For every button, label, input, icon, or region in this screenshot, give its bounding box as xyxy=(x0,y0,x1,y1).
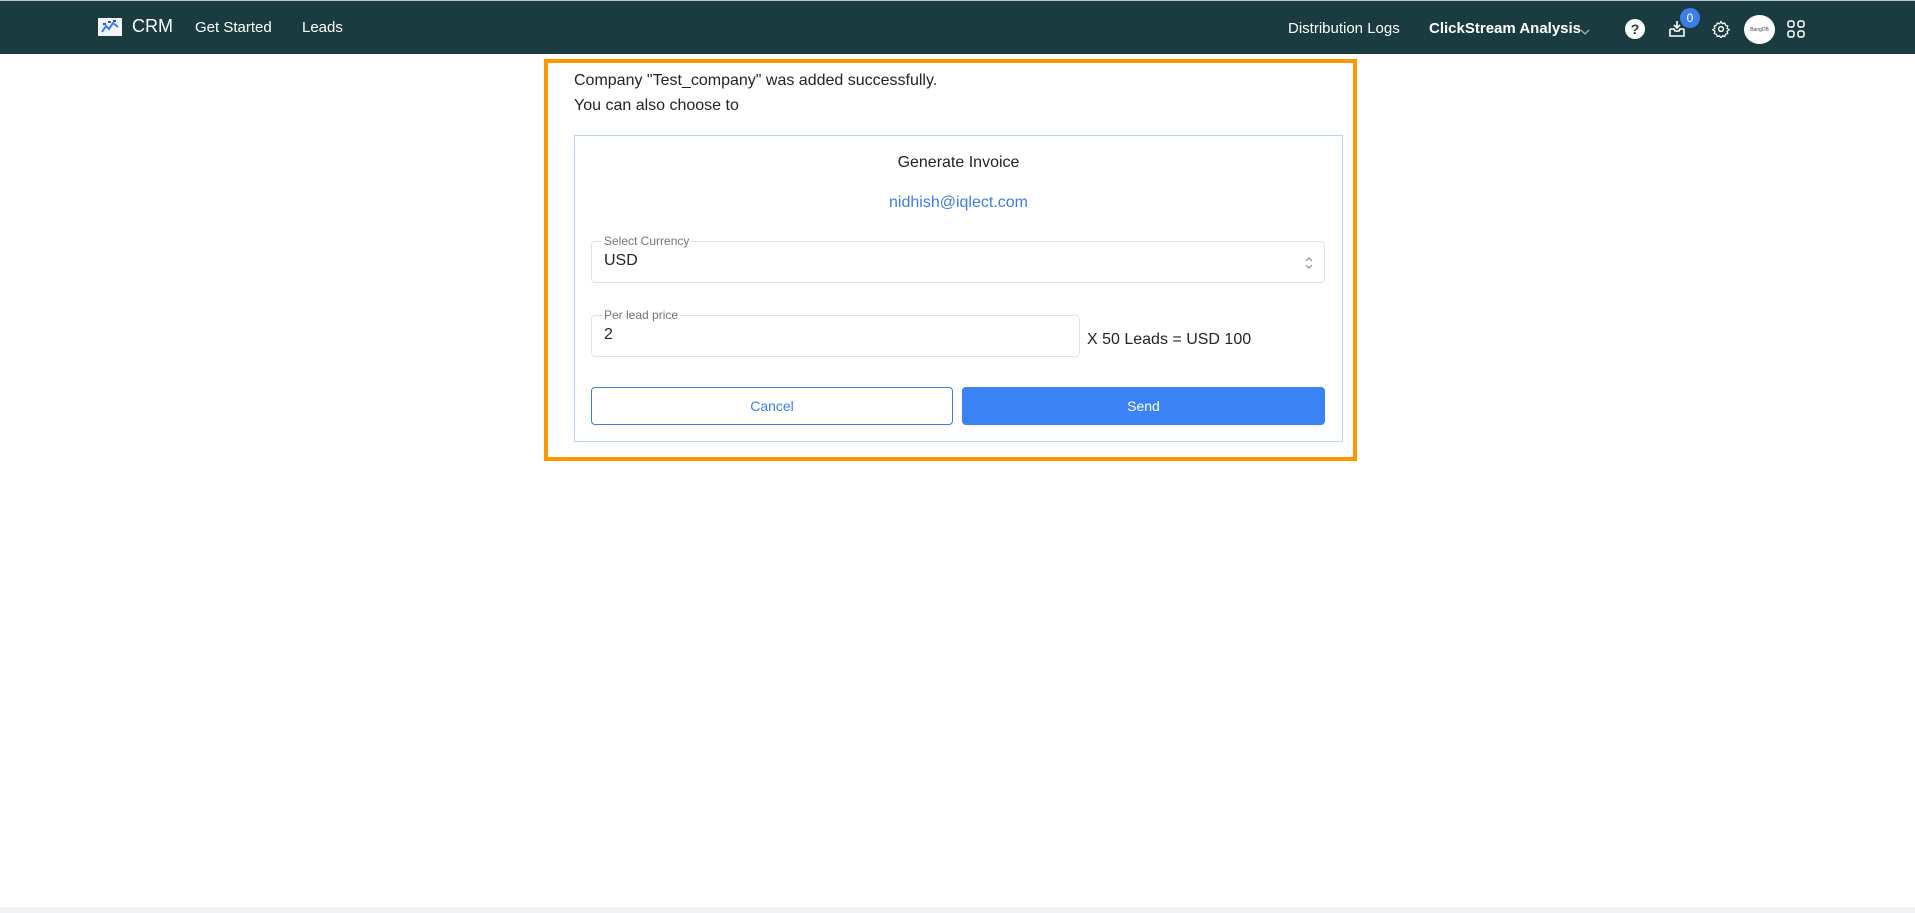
currency-label: Select Currency xyxy=(602,234,692,248)
currency-select[interactable]: Select Currency USD xyxy=(591,234,1325,283)
invoice-title: Generate Invoice xyxy=(897,154,1020,171)
grid-apps-icon xyxy=(1787,20,1805,38)
brand-name: CRM xyxy=(132,16,173,36)
crm-logo-icon xyxy=(98,17,122,36)
footer-strip xyxy=(0,907,1915,913)
per-lead-price-value: 2 xyxy=(604,326,613,343)
send-button[interactable]: Send xyxy=(962,387,1325,425)
per-lead-price-input[interactable]: Per lead price 2 xyxy=(591,308,1080,357)
gear-icon xyxy=(1712,20,1730,38)
notification-badge: 0 xyxy=(1680,8,1700,28)
select-arrows-icon xyxy=(1304,255,1314,276)
currency-value: USD xyxy=(604,252,638,269)
chevron-down-icon[interactable] xyxy=(1580,23,1590,41)
brand[interactable]: CRM xyxy=(98,16,173,37)
distribution-logs-link[interactable]: Distribution Logs xyxy=(1288,20,1400,37)
invoice-card: Generate Invoice nidhish@iqlect.com Sele… xyxy=(574,135,1343,442)
per-lead-price-label: Per lead price xyxy=(602,308,681,322)
sub-message: You can also choose to xyxy=(574,97,739,114)
question-circle-icon: ? xyxy=(1625,19,1645,39)
apps-button[interactable] xyxy=(1785,18,1807,40)
settings-button[interactable] xyxy=(1710,18,1732,40)
invoice-email[interactable]: nidhish@iqlect.com xyxy=(575,194,1342,212)
workspace-selector[interactable]: ClickStream Analysis xyxy=(1429,20,1581,37)
avatar[interactable]: BangDB xyxy=(1744,15,1775,44)
nav-leads[interactable]: Leads xyxy=(302,19,343,36)
cancel-button[interactable]: Cancel xyxy=(591,387,953,425)
top-navigation-bar: CRM Get Started Leads Distribution Logs … xyxy=(0,0,1915,54)
help-button[interactable]: ? xyxy=(1624,18,1646,40)
invoice-total: X 50 Leads = USD 100 xyxy=(1087,331,1252,348)
success-message: Company "Test_company" was added success… xyxy=(574,72,938,89)
nav-get-started[interactable]: Get Started xyxy=(195,19,272,36)
